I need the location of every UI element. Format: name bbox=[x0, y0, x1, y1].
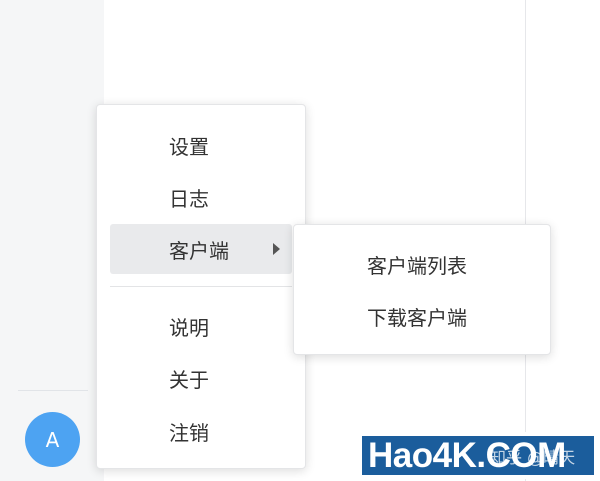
menu-item-about[interactable]: 关于 bbox=[110, 353, 292, 403]
watermark: Hao4K.COM 知乎 @晴天 bbox=[362, 432, 596, 479]
menu-item-label: 日志 bbox=[169, 186, 209, 211]
submenu-item-download-client[interactable]: 下载客户端 bbox=[304, 290, 542, 342]
menu-item-label: 关于 bbox=[169, 367, 209, 392]
menu-item-client[interactable]: 客户端 bbox=[110, 224, 292, 274]
submenu-item-label: 客户端列表 bbox=[367, 253, 467, 278]
menu-item-logs[interactable]: 日志 bbox=[110, 172, 292, 222]
context-menu: 设置 日志 客户端 说明 关于 注销 bbox=[96, 104, 306, 469]
menu-item-label: 客户端 bbox=[169, 238, 229, 263]
submenu-item-client-list[interactable]: 客户端列表 bbox=[304, 238, 542, 290]
sidebar: A bbox=[0, 0, 104, 481]
menu-item-help[interactable]: 说明 bbox=[110, 301, 292, 351]
menu-item-logout[interactable]: 注销 bbox=[110, 406, 292, 456]
client-submenu: 客户端列表 下载客户端 bbox=[293, 224, 551, 355]
submenu-item-label: 下载客户端 bbox=[367, 305, 467, 330]
avatar[interactable]: A bbox=[25, 412, 80, 467]
menu-separator bbox=[110, 286, 292, 287]
menu-item-settings[interactable]: 设置 bbox=[110, 120, 292, 170]
menu-item-label: 注销 bbox=[169, 420, 209, 445]
submenu-arrow-icon bbox=[273, 243, 280, 255]
sidebar-divider bbox=[18, 390, 88, 391]
watermark-credit: 知乎 @晴天 bbox=[490, 448, 576, 467]
menu-item-label: 设置 bbox=[169, 134, 209, 159]
menu-item-label: 说明 bbox=[169, 315, 209, 340]
